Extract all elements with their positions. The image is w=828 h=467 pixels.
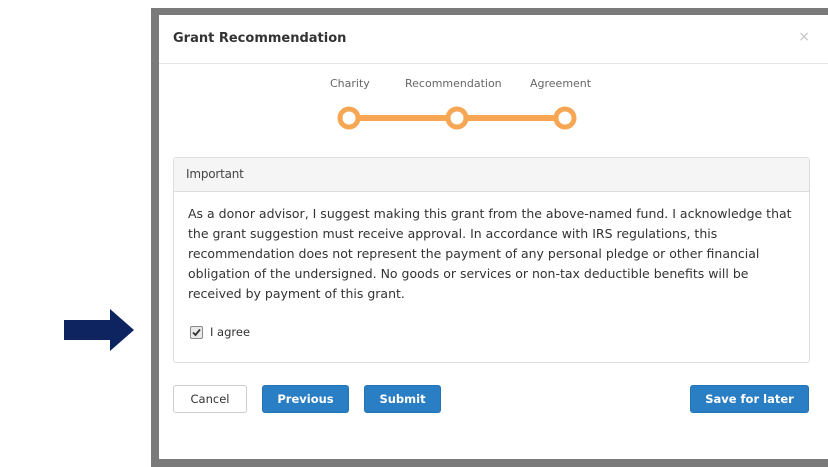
submit-button[interactable]: Submit xyxy=(364,385,441,413)
modal-header: Grant Recommendation × xyxy=(159,15,828,64)
agree-row[interactable]: I agree xyxy=(190,324,250,340)
step-dot-agreement xyxy=(553,106,577,130)
progress-stepper xyxy=(337,106,577,130)
step-label-recommendation: Recommendation xyxy=(405,77,502,90)
step-dot-charity xyxy=(337,106,361,130)
step-dot-recommendation xyxy=(445,106,469,130)
step-label-agreement: Agreement xyxy=(530,77,592,90)
agree-checkbox[interactable] xyxy=(190,325,203,339)
pointer-arrow-icon xyxy=(64,309,134,351)
close-icon[interactable]: × xyxy=(798,29,810,45)
modal-title: Grant Recommendation xyxy=(173,31,347,46)
cancel-button[interactable]: Cancel xyxy=(173,385,247,413)
grant-recommendation-modal: Grant Recommendation × Charity Recommend… xyxy=(159,15,828,459)
panel-heading: Important xyxy=(174,158,809,192)
save-for-later-button[interactable]: Save for later xyxy=(690,385,809,413)
step-label-charity: Charity xyxy=(330,77,370,90)
important-panel: Important As a donor advisor, I suggest … xyxy=(173,157,810,363)
agreement-text: As a donor advisor, I suggest making thi… xyxy=(188,206,792,301)
screenshot-stage: Grant Recommendation × Charity Recommend… xyxy=(0,0,828,467)
previous-button[interactable]: Previous xyxy=(262,385,349,413)
agree-label[interactable]: I agree xyxy=(210,325,250,339)
panel-heading-text: Important xyxy=(186,167,244,181)
checkmark-icon xyxy=(192,328,201,336)
